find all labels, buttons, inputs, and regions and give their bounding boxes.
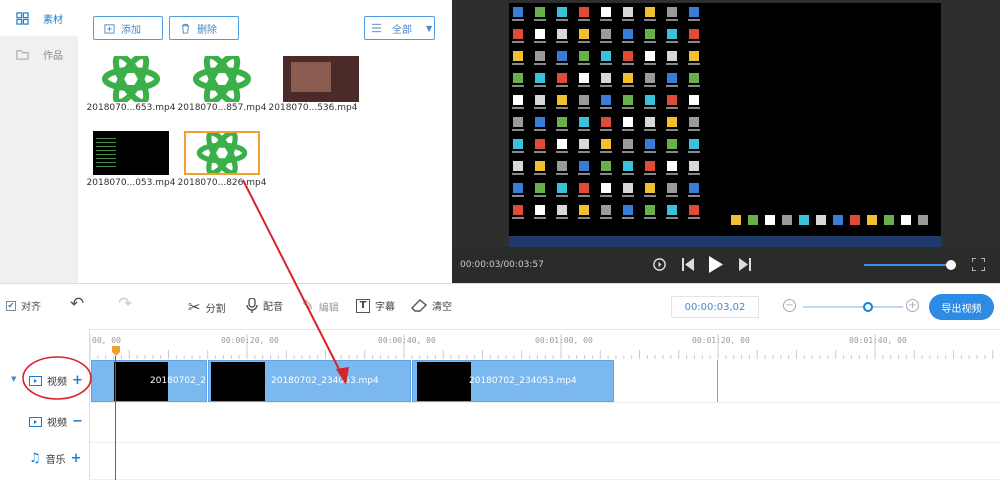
annotation-arrowhead	[336, 367, 349, 385]
annotation-overlay	[22, 179, 349, 400]
app-window: 素材 作品 添加 删除 全部 ▼ 2018070...653.mp4 20180…	[0, 0, 1000, 480]
annotation-circle	[22, 356, 92, 400]
annotation-arrow	[242, 179, 345, 380]
